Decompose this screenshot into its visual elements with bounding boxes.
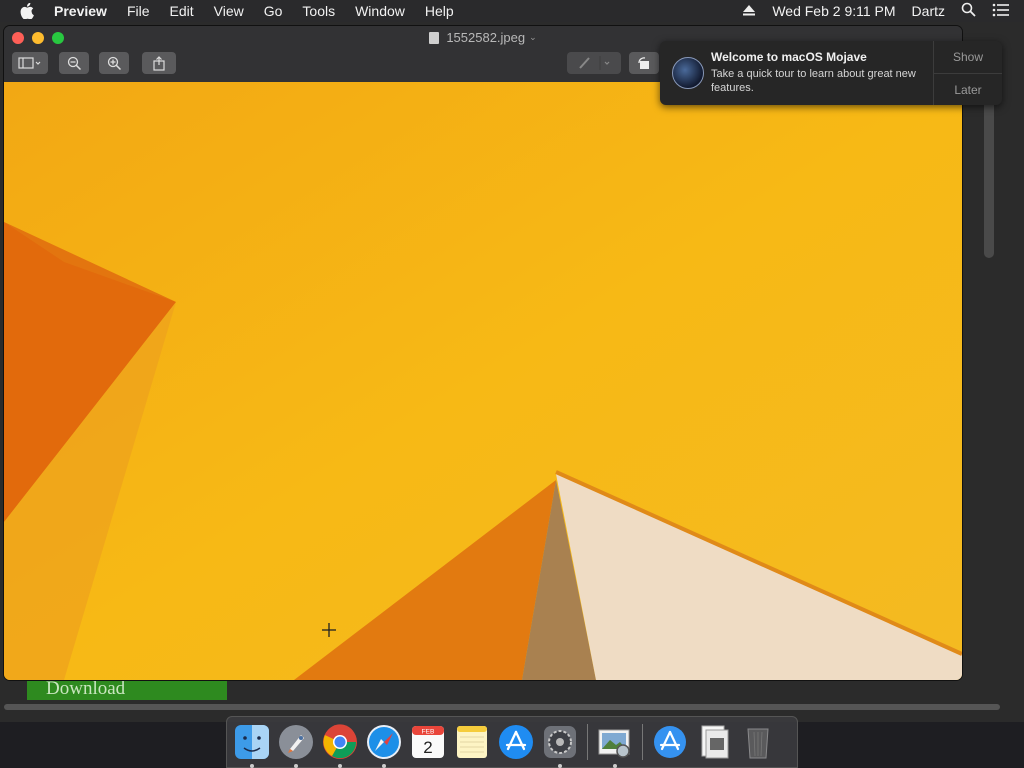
chevron-down-icon: ⌄ xyxy=(529,32,537,42)
safari-compass-icon xyxy=(367,725,401,759)
dock-safari[interactable] xyxy=(365,723,403,768)
trash-icon xyxy=(747,728,769,759)
dock-calendar[interactable]: FEB 2 xyxy=(409,723,447,761)
dock-documents[interactable] xyxy=(695,723,733,761)
zoom-in-button[interactable] xyxy=(99,52,129,74)
menu-tools[interactable]: Tools xyxy=(302,3,335,19)
rocket-icon xyxy=(279,725,313,759)
background-horizontal-scrollbar[interactable] xyxy=(4,704,1000,710)
dock-chrome[interactable] xyxy=(321,723,359,768)
app-store-icon xyxy=(499,725,533,759)
apple-menu-icon[interactable] xyxy=(18,2,36,20)
dock-separator xyxy=(587,724,588,760)
zoom-out-icon xyxy=(67,56,81,70)
dock: FEB 2 xyxy=(226,716,798,768)
spotlight-search-icon[interactable] xyxy=(961,2,976,20)
dock-system-preferences[interactable] xyxy=(541,723,579,768)
applications-icon xyxy=(654,726,686,758)
share-icon xyxy=(153,55,165,71)
download-button[interactable]: Download xyxy=(27,678,227,700)
notes-icon xyxy=(457,726,487,758)
menu-view[interactable]: View xyxy=(214,3,244,19)
dock-notes[interactable] xyxy=(453,723,491,761)
menu-edit[interactable]: Edit xyxy=(170,3,194,19)
menu-window[interactable]: Window xyxy=(355,3,405,19)
pen-icon xyxy=(579,56,610,70)
notification-show-button[interactable]: Show xyxy=(934,41,1002,73)
preview-window: 1552582.jpeg ⌄ xyxy=(4,26,962,680)
menu-help[interactable]: Help xyxy=(425,3,454,19)
preview-icon xyxy=(598,729,630,758)
finder-icon xyxy=(235,725,269,759)
rotate-icon xyxy=(638,57,649,69)
calendar-icon: FEB 2 xyxy=(412,726,444,758)
menu-user[interactable]: Dartz xyxy=(912,3,945,19)
menu-clock[interactable]: Wed Feb 2 9:11 PM xyxy=(772,3,895,19)
zoom-in-icon xyxy=(107,56,121,70)
dock-app-store[interactable] xyxy=(497,723,535,761)
notification-body: Take a quick tour to learn about great n… xyxy=(711,68,916,94)
notification-center-icon[interactable] xyxy=(992,3,1010,20)
zoom-out-button[interactable] xyxy=(59,52,89,74)
sidebar-icon xyxy=(18,57,41,69)
crosshair-cursor-icon xyxy=(322,623,336,637)
wallpaper-image xyxy=(4,82,962,680)
menu-bar: Preview File Edit View Go Tools Window H… xyxy=(0,0,1024,22)
documents-icon xyxy=(701,725,729,759)
dock-applications-folder[interactable] xyxy=(651,723,689,761)
menu-file[interactable]: File xyxy=(127,3,150,19)
dock-preview[interactable] xyxy=(596,723,634,768)
dock-separator-2 xyxy=(642,724,643,760)
eject-icon[interactable] xyxy=(742,3,756,19)
dock-trash[interactable] xyxy=(739,723,777,761)
notification-banner[interactable]: Welcome to macOS Mojave Take a quick tou… xyxy=(660,41,1002,105)
dock-launchpad[interactable] xyxy=(277,723,315,768)
notification-later-button[interactable]: Later xyxy=(934,73,1002,106)
sidebar-toggle-button[interactable] xyxy=(12,52,48,74)
rotate-button[interactable] xyxy=(629,52,659,74)
image-canvas[interactable] xyxy=(4,82,962,680)
chrome-icon xyxy=(323,724,357,759)
notification-title: Welcome to macOS Mojave xyxy=(711,50,867,64)
markup-button[interactable] xyxy=(567,52,621,74)
dock-finder[interactable] xyxy=(233,723,271,768)
mojave-icon xyxy=(672,57,704,89)
share-button[interactable] xyxy=(142,52,176,74)
menu-app-name[interactable]: Preview xyxy=(54,3,107,19)
calendar-month: FEB xyxy=(422,729,435,736)
calendar-day: 2 xyxy=(423,738,432,757)
menu-go[interactable]: Go xyxy=(264,3,283,19)
background-scrollbar[interactable] xyxy=(984,82,994,258)
document-icon xyxy=(429,31,440,44)
window-title: 1552582.jpeg xyxy=(446,30,526,45)
gear-icon xyxy=(544,726,576,758)
